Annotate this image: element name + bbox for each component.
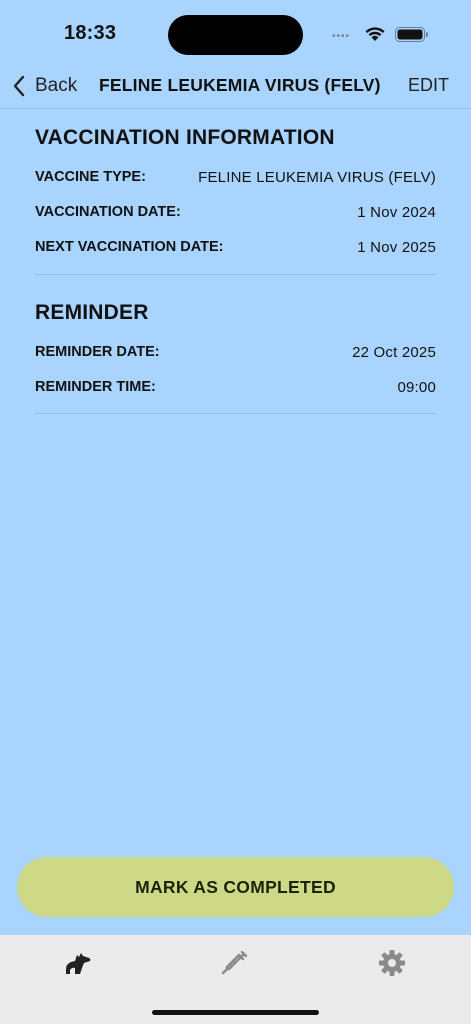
edit-button[interactable]: EDIT — [408, 75, 449, 96]
row-value: 22 Oct 2025 — [352, 343, 436, 361]
info-row-vaccination-date: VACCINATION DATE: 1 Nov 2024 — [35, 201, 436, 223]
home-indicator — [152, 1010, 319, 1015]
row-label: REMINDER TIME: — [35, 379, 156, 395]
battery-icon — [395, 27, 428, 42]
syringe-icon — [221, 950, 248, 975]
row-value: FELINE LEUKEMIA VIRUS (FELV) — [198, 168, 436, 186]
section-title: REMINDER — [35, 301, 149, 324]
info-row-vaccine-type: VACCINE TYPE: FELINE LEUKEMIA VIRUS (FEL… — [35, 166, 436, 188]
vaccination-section: VACCINATION INFORMATION VACCINE TYPE: FE… — [35, 126, 436, 275]
chevron-left-icon — [13, 75, 25, 97]
info-row-reminder-date: REMINDER DATE: 22 Oct 2025 — [35, 341, 436, 363]
info-row-next-vaccination-date: NEXT VACCINATION DATE: 1 Nov 2025 — [35, 236, 436, 258]
info-row-reminder-time: REMINDER TIME: 09:00 — [35, 376, 436, 398]
row-label: VACCINATION DATE: — [35, 204, 181, 220]
row-label: VACCINE TYPE: — [35, 169, 146, 185]
row-label: NEXT VACCINATION DATE: — [35, 239, 224, 255]
back-label: Back — [35, 75, 78, 96]
mark-as-completed-button[interactable]: MARK AS COMPLETED — [17, 857, 454, 917]
section-divider — [35, 413, 436, 414]
dynamic-island — [168, 15, 303, 55]
status-bar: 18:33 •••• — [0, 0, 471, 64]
row-value: 1 Nov 2024 — [357, 203, 436, 221]
back-button[interactable]: Back — [12, 72, 77, 100]
gear-icon — [379, 950, 405, 976]
page-title: FELINE LEUKEMIA VIRUS (FELV) — [99, 75, 381, 95]
section-title: VACCINATION INFORMATION — [35, 126, 335, 149]
tab-pets[interactable] — [48, 945, 108, 981]
row-value: 09:00 — [397, 378, 436, 396]
tab-settings[interactable] — [362, 945, 422, 981]
navigation-bar: Back FELINE LEUKEMIA VIRUS (FELV) EDIT — [0, 64, 471, 109]
status-time: 18:33 — [64, 22, 117, 44]
tab-vaccinations[interactable] — [205, 945, 265, 981]
row-label: REMINDER DATE: — [35, 344, 160, 360]
section-divider — [35, 274, 436, 275]
wifi-icon — [365, 27, 385, 41]
pet-icon — [66, 953, 91, 974]
button-label: MARK AS COMPLETED — [135, 876, 336, 897]
signal-dots-icon: •••• — [332, 31, 351, 42]
reminder-section: REMINDER REMINDER DATE: 22 Oct 2025 REMI… — [35, 301, 436, 414]
row-value: 1 Nov 2025 — [357, 238, 436, 256]
